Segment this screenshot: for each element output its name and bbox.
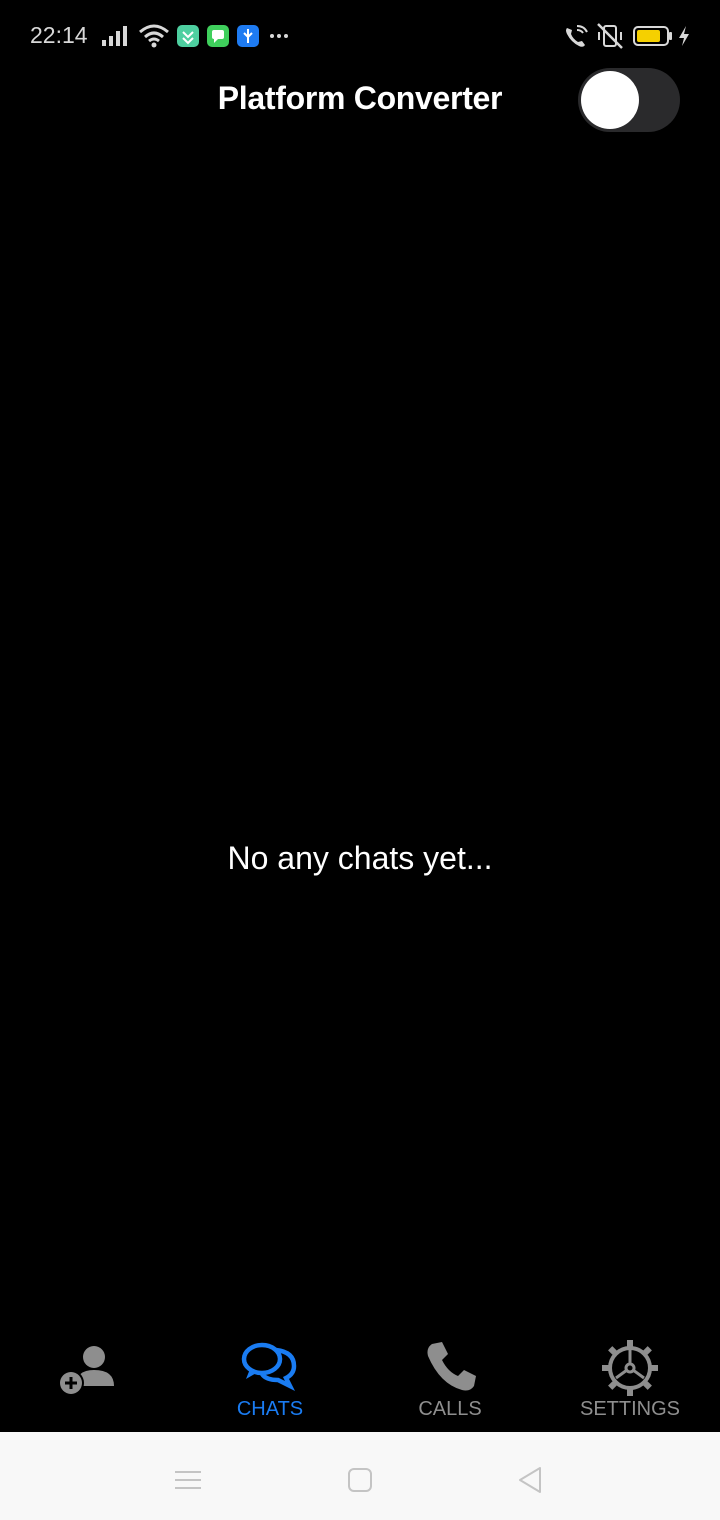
nav-label-settings: SETTINGS [579, 1398, 680, 1420]
vibrate-off-icon [597, 23, 623, 49]
nav-item-add-contact[interactable] [0, 1330, 180, 1432]
theme-toggle[interactable] [578, 68, 680, 132]
nav-label-calls: CALLS [418, 1398, 482, 1420]
charging-icon [679, 26, 689, 46]
nav-item-calls[interactable]: CALLS [360, 1330, 540, 1432]
back-icon[interactable] [510, 1460, 550, 1500]
message-notification-icon [207, 25, 229, 47]
empty-chats-message: No any chats yet... [227, 840, 493, 876]
menu-icon[interactable] [168, 1460, 208, 1500]
wifi-icon [139, 24, 169, 48]
status-time: 22:14 [30, 22, 88, 48]
bottom-nav: CHATS CALLS SETTINGS [0, 1330, 720, 1432]
toggle-knob [581, 71, 639, 129]
usb-icon [237, 25, 259, 47]
add-person-icon [58, 1346, 114, 1396]
nav-item-settings[interactable]: SETTINGS [540, 1330, 720, 1432]
gear-icon [602, 1340, 658, 1396]
signal-icon [102, 26, 127, 46]
home-icon[interactable] [340, 1460, 380, 1500]
wifi-calling-icon [566, 25, 588, 47]
nav-label-chats: CHATS [236, 1398, 304, 1420]
battery-icon [633, 26, 672, 46]
phone-icon [427, 1342, 476, 1391]
more-notifications-icon [270, 34, 288, 38]
nav-item-chats[interactable]: CHATS [180, 1330, 360, 1432]
app-notification-icon [177, 25, 199, 47]
system-nav-bar [0, 1432, 720, 1520]
chat-bubbles-icon [241, 1342, 297, 1392]
status-bar: 22:14 [0, 0, 720, 72]
